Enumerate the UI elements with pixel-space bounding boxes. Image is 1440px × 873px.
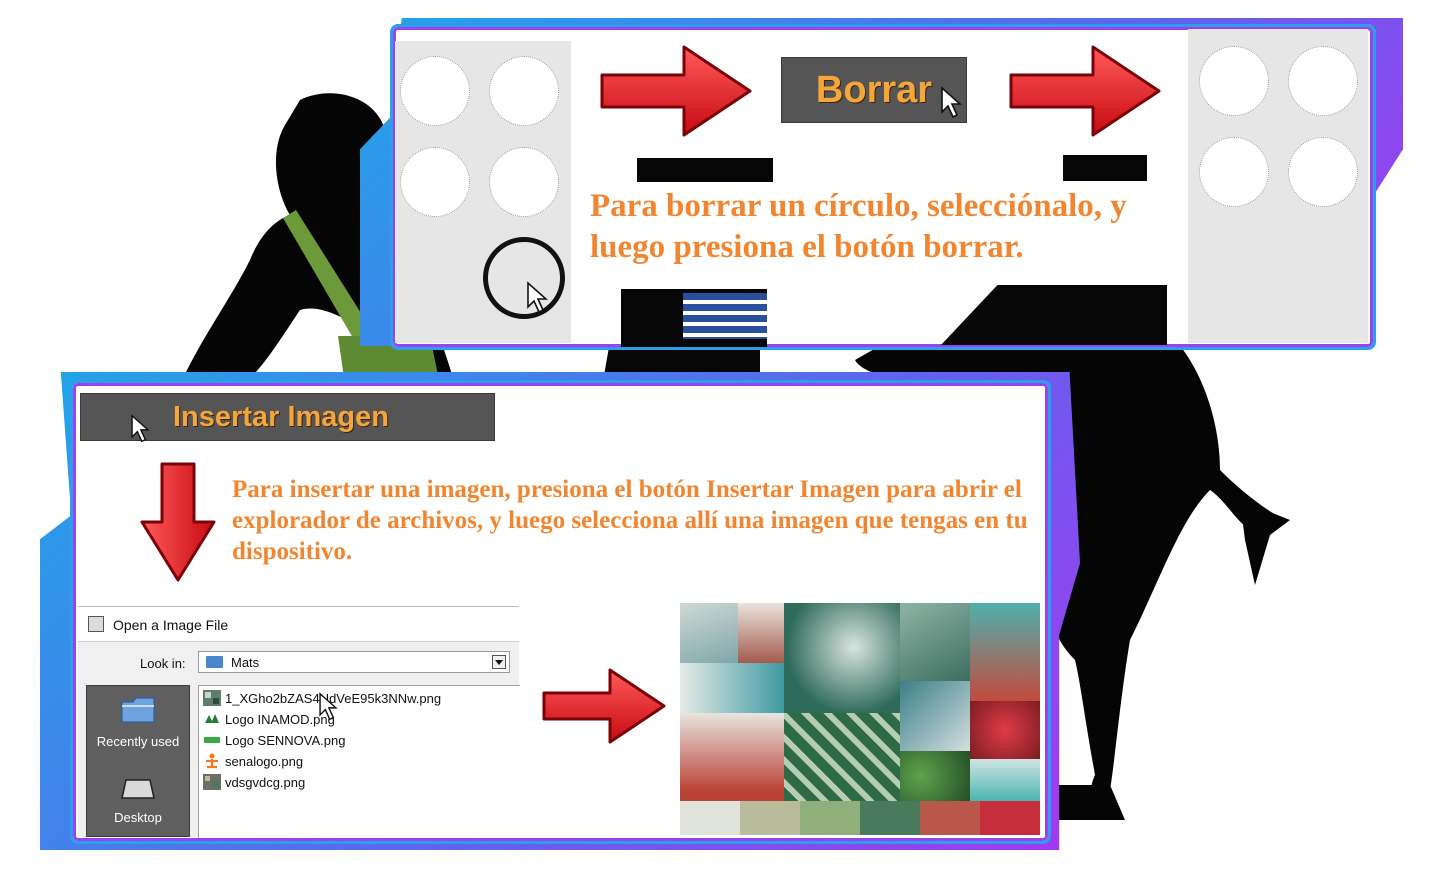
dialog-title: Open a Image File bbox=[113, 617, 229, 633]
look-in-value: Mats bbox=[231, 655, 260, 670]
silhouette-fragment bbox=[637, 158, 773, 182]
circle-slot[interactable] bbox=[1288, 137, 1358, 207]
image-thumbnail-icon bbox=[203, 774, 221, 790]
mouse-pointer-icon bbox=[319, 692, 338, 721]
red-arrow-right-icon bbox=[600, 45, 752, 137]
palette-swatch bbox=[920, 801, 980, 835]
desktop-icon bbox=[121, 779, 155, 799]
insertar-button-label: Insertar Imagen bbox=[173, 400, 389, 433]
striped-shirt-fragment bbox=[683, 293, 767, 339]
chevron-down-icon[interactable] bbox=[492, 655, 506, 669]
mouse-pointer-icon bbox=[527, 281, 548, 314]
circle-slot[interactable] bbox=[400, 147, 470, 217]
selected-circle[interactable] bbox=[483, 237, 565, 319]
borrar-instruction-text: Para borrar un círculo, selecciónalo, y … bbox=[590, 188, 1127, 265]
file-list-item[interactable]: senalogo.png bbox=[203, 752, 303, 770]
places-sidebar: Recently used Desktop bbox=[86, 685, 190, 837]
palette-swatch bbox=[860, 801, 920, 835]
circle-slot[interactable] bbox=[489, 147, 559, 217]
silhouette-fragment bbox=[941, 285, 1167, 345]
file-name: vdsgvdcg.png bbox=[225, 774, 306, 790]
circle-slot[interactable] bbox=[400, 56, 470, 126]
red-arrow-down-icon bbox=[140, 462, 216, 582]
dialog-app-icon bbox=[88, 616, 104, 632]
circle-slot[interactable] bbox=[1199, 46, 1269, 116]
place-desktop[interactable]: Desktop bbox=[87, 778, 189, 825]
borrar-button-label: Borrar bbox=[815, 68, 933, 111]
palette-swatch bbox=[680, 801, 740, 835]
silhouette-fragment bbox=[1063, 155, 1147, 181]
sena-logo-icon bbox=[206, 753, 218, 769]
file-name: senalogo.png bbox=[225, 753, 304, 769]
place-label: Desktop bbox=[114, 810, 162, 825]
mouse-pointer-icon bbox=[941, 86, 962, 119]
place-label: Recently used bbox=[96, 734, 180, 749]
circle-slot[interactable] bbox=[1288, 46, 1358, 116]
logo-sennova-icon bbox=[203, 732, 221, 748]
look-in-label: Look in: bbox=[140, 656, 186, 671]
place-recently-used[interactable]: Recently used bbox=[87, 696, 189, 749]
red-arrow-right-icon bbox=[542, 668, 666, 744]
logo-inamod-icon bbox=[203, 711, 221, 727]
circle-slot[interactable] bbox=[489, 56, 559, 126]
look-in-dropdown[interactable]: Mats bbox=[198, 651, 510, 673]
mouse-pointer-icon bbox=[131, 414, 150, 443]
moodboard-image bbox=[680, 603, 1040, 835]
open-image-file-dialog: Open a Image File Look in: Mats Recently… bbox=[78, 606, 520, 838]
palette-swatch bbox=[980, 801, 1040, 835]
insertar-instruction-text: Para insertar una imagen, presiona el bo… bbox=[232, 476, 1028, 565]
folder-icon bbox=[206, 656, 223, 668]
image-thumbnail-icon bbox=[203, 690, 221, 706]
file-name: Logo SENNOVA.png bbox=[225, 732, 346, 748]
folder-icon bbox=[121, 697, 155, 723]
dialog-titlebar: Open a Image File bbox=[78, 607, 519, 642]
palette-swatch bbox=[800, 801, 860, 835]
file-list-item[interactable]: Logo SENNOVA.png bbox=[203, 731, 345, 749]
file-list-item[interactable]: Logo INAMOD.png bbox=[203, 710, 335, 728]
circle-slot[interactable] bbox=[1199, 137, 1269, 207]
file-list: 1_XGho2bZAS4UdVeE95k3NNw.png Logo INAMOD… bbox=[198, 685, 520, 838]
red-arrow-right-icon bbox=[1009, 45, 1161, 137]
palette-swatch bbox=[740, 801, 800, 835]
file-list-item[interactable]: vdsgvdcg.png bbox=[203, 773, 305, 791]
